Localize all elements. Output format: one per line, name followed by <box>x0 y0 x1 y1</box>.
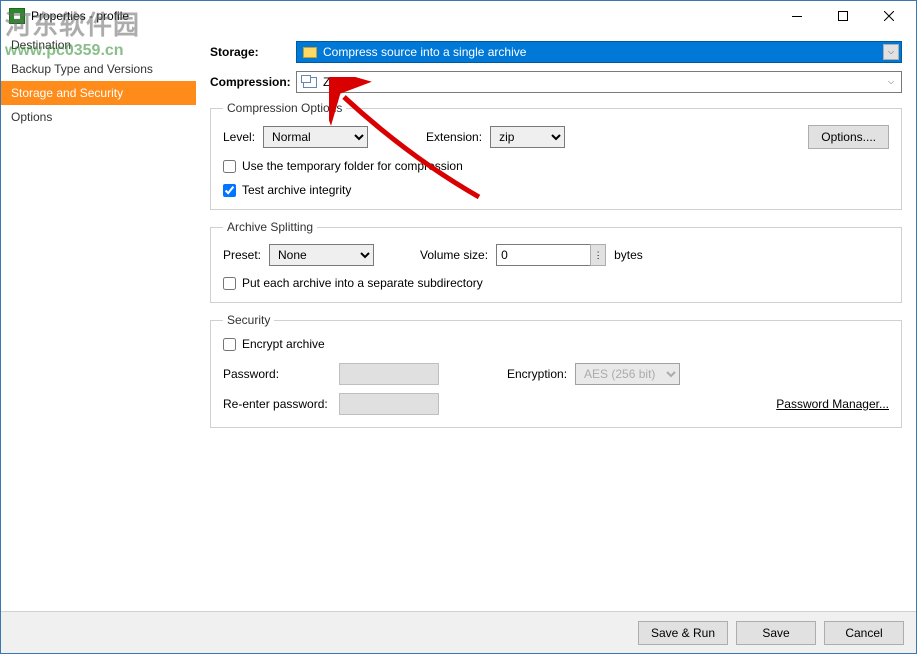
repassword-label: Re-enter password: <box>223 397 331 411</box>
folder-icon <box>303 47 317 58</box>
save-button[interactable]: Save <box>736 621 816 645</box>
security-legend: Security <box>223 313 274 327</box>
titlebar: Properties - profile <box>1 1 916 31</box>
cancel-button[interactable]: Cancel <box>824 621 904 645</box>
password-label: Password: <box>223 367 331 381</box>
sidebar-item-label: Storage and Security <box>11 86 123 100</box>
storage-dropdown[interactable]: Compress source into a single archive ⌵ <box>296 41 902 63</box>
close-button[interactable] <box>866 1 912 31</box>
compression-dropdown[interactable]: Zip ⌵ <box>296 71 902 93</box>
archive-splitting-group: Archive Splitting Preset: None Volume si… <box>210 220 902 303</box>
footer: Save & Run Save Cancel <box>1 611 916 653</box>
extension-label: Extension: <box>426 130 482 144</box>
sidebar-item-options[interactable]: Options <box>1 105 196 129</box>
preset-label: Preset: <box>223 248 261 262</box>
sidebar-item-label: Destination <box>11 38 71 52</box>
use-temp-label: Use the temporary folder for compression <box>242 159 463 173</box>
encrypt-checkbox[interactable] <box>223 338 236 351</box>
volume-size-label: Volume size: <box>420 248 488 262</box>
minimize-button[interactable] <box>774 1 820 31</box>
use-temp-checkbox[interactable] <box>223 160 236 173</box>
preset-dropdown[interactable]: None <box>269 244 374 266</box>
test-integrity-label: Test archive integrity <box>242 183 351 197</box>
archive-splitting-legend: Archive Splitting <box>223 220 317 234</box>
chevron-down-icon: ⌵ <box>883 44 899 60</box>
window-title: Properties - profile <box>31 9 774 23</box>
main-panel: Storage: Compress source into a single a… <box>196 31 916 611</box>
encryption-label: Encryption: <box>507 367 567 381</box>
bytes-label: bytes <box>614 248 643 262</box>
extension-dropdown[interactable]: zip <box>490 126 565 148</box>
storage-label: Storage: <box>210 45 296 59</box>
level-dropdown[interactable]: Normal <box>263 126 368 148</box>
compression-label: Compression: <box>210 75 296 89</box>
test-integrity-checkbox[interactable] <box>223 184 236 197</box>
chevron-down-icon: ⌵ <box>883 74 899 90</box>
close-icon <box>884 11 894 21</box>
volume-size-spinner[interactable]: ⋮ <box>590 244 606 266</box>
compression-value: Zip <box>323 75 340 89</box>
password-manager-link[interactable]: Password Manager... <box>776 397 889 411</box>
separate-dir-checkbox[interactable] <box>223 277 236 290</box>
options-button[interactable]: Options.... <box>808 125 889 149</box>
app-icon <box>9 8 25 24</box>
sidebar-item-backup-type[interactable]: Backup Type and Versions <box>1 57 196 81</box>
sidebar-item-storage-security[interactable]: Storage and Security <box>1 81 196 105</box>
compression-options-group: Compression Options Level: Normal Extens… <box>210 101 902 210</box>
minimize-icon <box>792 16 802 17</box>
repassword-input <box>339 393 439 415</box>
save-run-button[interactable]: Save & Run <box>638 621 728 645</box>
compression-options-legend: Compression Options <box>223 101 346 115</box>
maximize-icon <box>838 11 848 21</box>
sidebar-item-destination[interactable]: Destination <box>1 33 196 57</box>
sidebar-item-label: Options <box>11 110 52 124</box>
separate-dir-label: Put each archive into a separate subdire… <box>242 276 483 290</box>
sidebar-item-label: Backup Type and Versions <box>11 62 153 76</box>
level-label: Level: <box>223 130 255 144</box>
storage-value: Compress source into a single archive <box>323 45 526 59</box>
archive-icon <box>303 77 317 88</box>
maximize-button[interactable] <box>820 1 866 31</box>
password-input <box>339 363 439 385</box>
volume-size-input[interactable] <box>496 244 591 266</box>
encrypt-label: Encrypt archive <box>242 337 325 351</box>
security-group: Security Encrypt archive Password: Encry… <box>210 313 902 428</box>
encryption-dropdown: AES (256 bit) <box>575 363 680 385</box>
sidebar: Destination Backup Type and Versions Sto… <box>1 31 196 611</box>
